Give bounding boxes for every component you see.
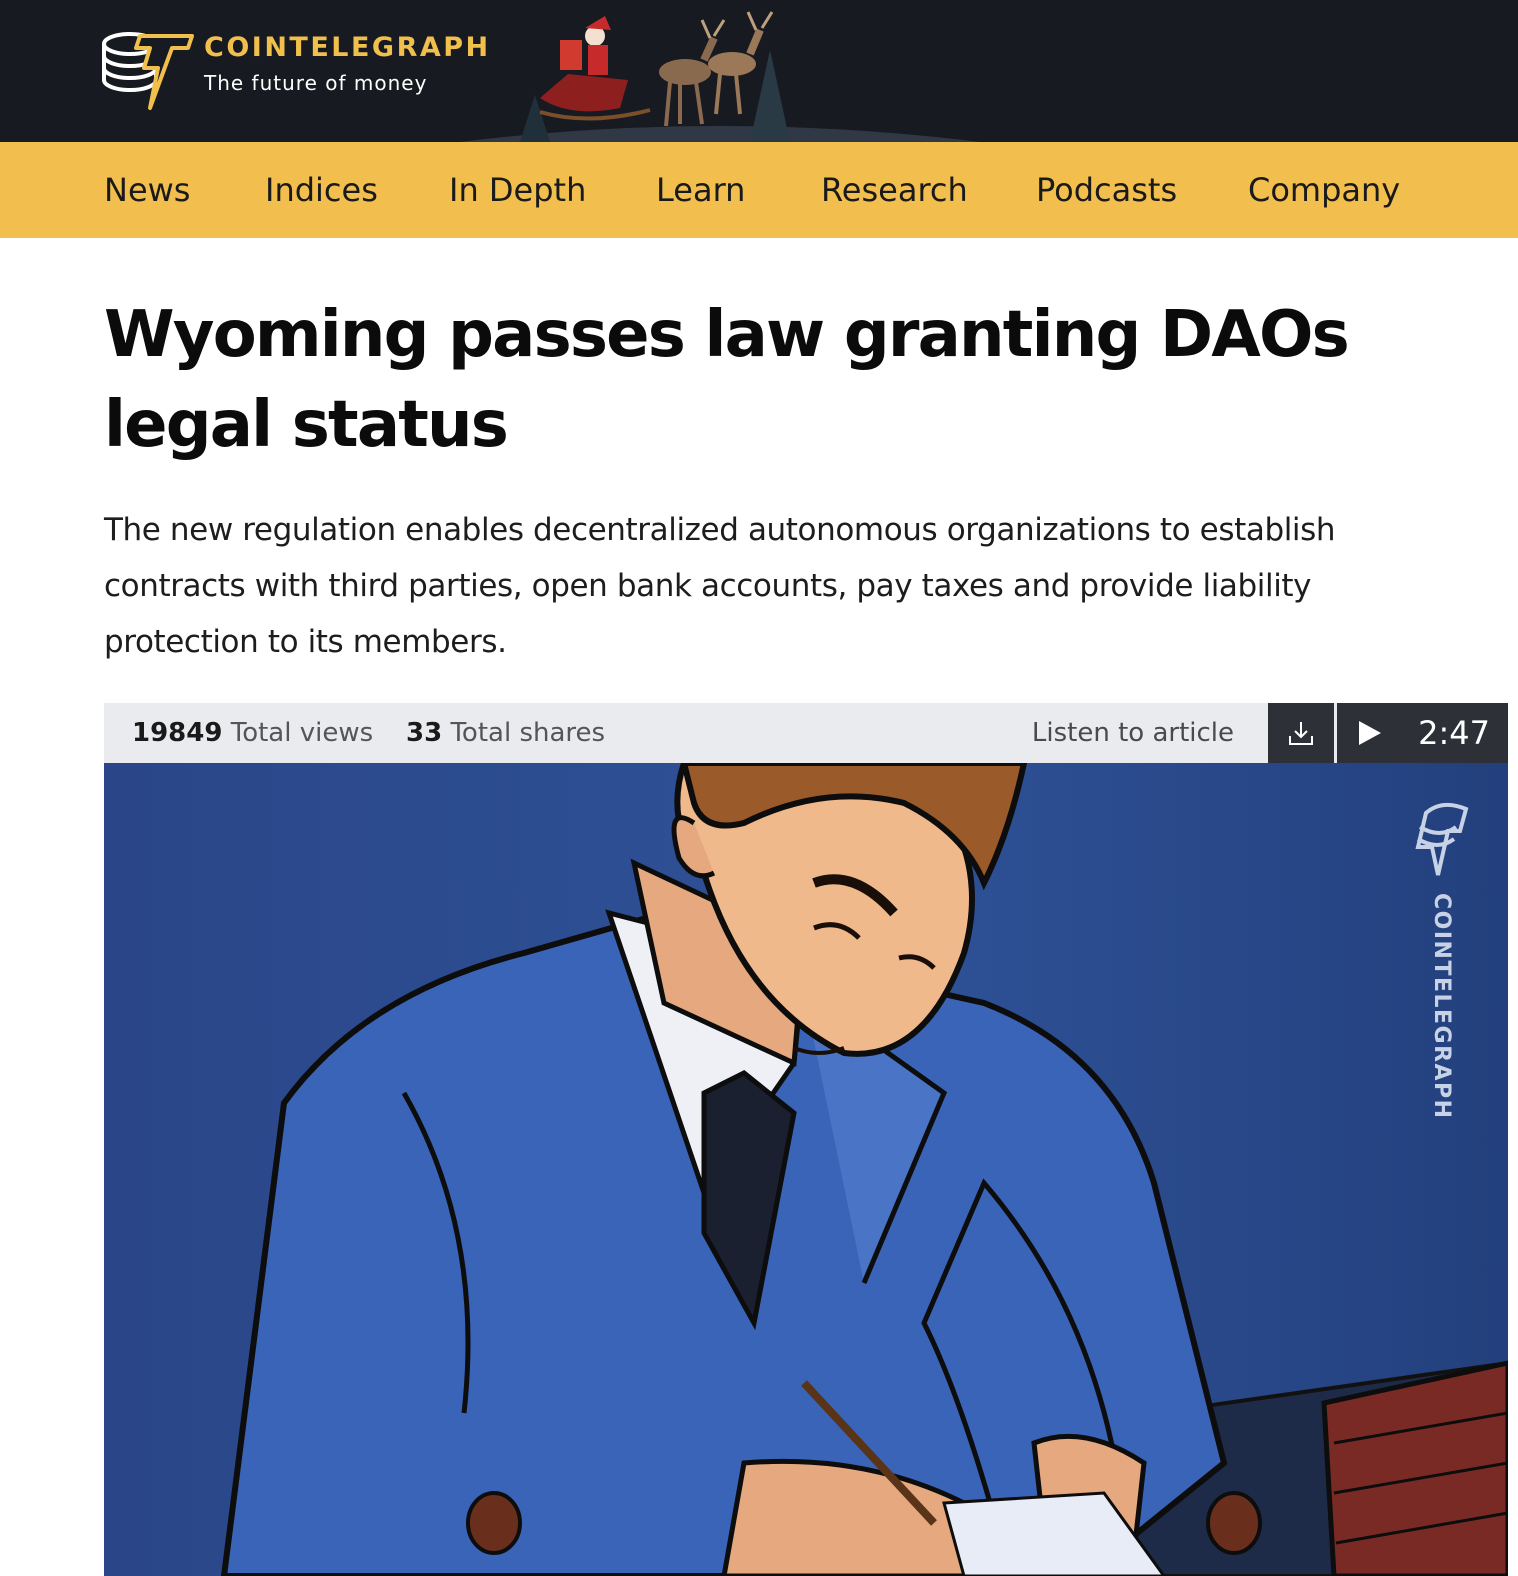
total-views-value: 19849 (132, 718, 223, 748)
listen-to-article-label: Listen to article (1031, 718, 1234, 748)
watermark-text: COINTELEGRAPH (1429, 893, 1454, 1120)
total-shares-label: Total shares (450, 718, 606, 748)
total-shares: 33 Total shares (406, 717, 605, 749)
article-title: Wyoming passes law granting DAOs legal s… (104, 298, 1350, 462)
total-views: 19849 Total views (132, 717, 373, 749)
nav-item-learn[interactable]: Learn (656, 170, 745, 210)
total-views-label: Total views (230, 718, 374, 748)
article-lead: The new regulation enables decentralized… (104, 512, 1336, 660)
article-stats-bar: 19849 Total views 33 Total shares Listen… (104, 703, 1508, 763)
businessman-signing-illustration (104, 763, 1508, 1576)
download-icon (1289, 722, 1313, 745)
nav-item-company[interactable]: Company (1248, 170, 1400, 210)
nav-item-podcasts[interactable]: Podcasts (1036, 170, 1177, 210)
audio-duration: 2:47 (1418, 714, 1490, 752)
nav-item-news[interactable]: News (104, 170, 190, 210)
nav-item-indices[interactable]: Indices (265, 170, 378, 210)
nav-item-in-depth[interactable]: In Depth (449, 170, 586, 210)
holiday-sleigh-illustration (442, 11, 998, 142)
article-hero-image: COINTELEGRAPH (104, 763, 1508, 1576)
download-audio-button[interactable] (1268, 703, 1334, 763)
main-navigation: News Indices In Depth Learn Research Pod… (0, 142, 1518, 238)
site-header: COINTELEGRAPH The future of money (0, 0, 1518, 142)
total-shares-value: 33 (406, 718, 443, 748)
audio-player: 2:47 (1337, 703, 1508, 763)
nav-item-research[interactable]: Research (821, 170, 968, 210)
play-icon[interactable] (1355, 717, 1385, 749)
cointelegraph-logo-icon (102, 32, 194, 110)
